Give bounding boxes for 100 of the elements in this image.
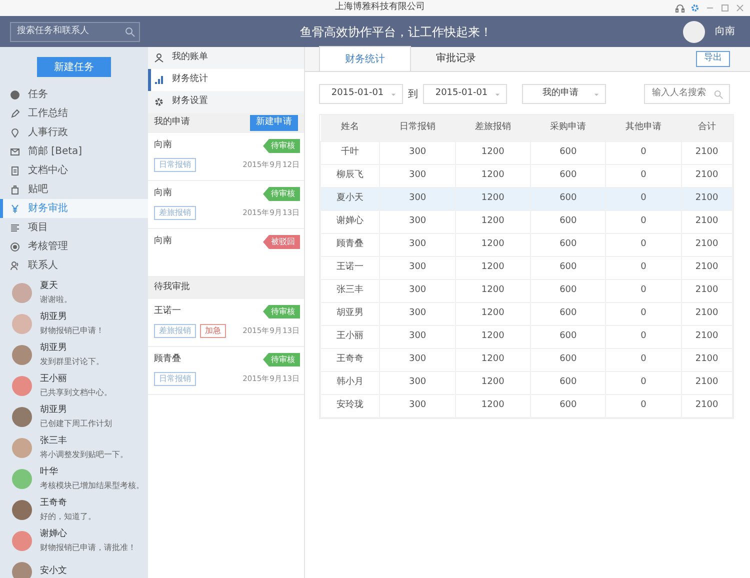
person-icon (154, 53, 164, 63)
sidebar-item[interactable]: 简邮 [Beta] (0, 142, 148, 161)
table-cell: 0 (606, 141, 682, 164)
contact-name: 安小文 (40, 565, 67, 578)
table-cell: 安玲珑 (320, 394, 380, 417)
table-cell: 600 (530, 210, 606, 233)
list-icon (10, 222, 20, 232)
subnav-item[interactable]: 我的账单 (148, 47, 304, 69)
request-tag: 差旅报销 (154, 206, 196, 220)
column-header: 日常报销 (380, 115, 456, 141)
request-tag: 日常报销 (154, 372, 196, 386)
table-cell: 1200 (455, 394, 531, 417)
table-cell: 600 (530, 279, 606, 302)
table-cell: 300 (380, 348, 456, 371)
avatar (12, 469, 32, 489)
subnav-item[interactable]: 财务设置 (148, 91, 304, 113)
tab[interactable]: 审批记录 (411, 46, 501, 71)
avatar (12, 407, 32, 427)
board-icon (10, 184, 20, 194)
sidebar-item[interactable]: 贴吧 (0, 180, 148, 199)
table-cell: 0 (606, 394, 682, 417)
date-picker[interactable]: 2015-01-01 (423, 84, 507, 104)
table-cell: 600 (530, 348, 606, 371)
avatar (12, 500, 32, 520)
contacts-icon (10, 260, 20, 270)
window-title: 上海博雅科技有限公司 (335, 1, 425, 14)
status-tag: 待审核 (263, 139, 300, 153)
table-cell: 0 (606, 187, 682, 210)
avatar (12, 376, 32, 396)
contact-name: 夏天 (40, 280, 59, 294)
avatar (12, 562, 32, 578)
table-cell: 柳辰飞 (320, 164, 380, 187)
column-header: 差旅报销 (455, 115, 531, 141)
sidebar-item[interactable]: 人事行政 (0, 123, 148, 142)
table-cell: 600 (530, 141, 606, 164)
headset-icon (675, 3, 685, 13)
requester-name: 向南 (154, 235, 172, 248)
contact-name: 胡亚男 (40, 342, 68, 356)
sidebar-item[interactable]: 联系人 (0, 256, 148, 275)
table-cell: 2100 (681, 325, 732, 348)
table-cell: 1200 (455, 302, 531, 325)
table-cell: 王诺一 (320, 256, 380, 279)
table-cell: 1200 (455, 348, 531, 371)
search-field[interactable]: 搜索任务和联系人 (15, 24, 125, 40)
request-tag: 差旅报销 (154, 324, 196, 338)
contact-name: 王小丽 (40, 373, 68, 386)
table-cell: 300 (380, 187, 456, 210)
sidebar-item[interactable]: 考核管理 (0, 237, 148, 256)
table-cell: 300 (380, 371, 456, 394)
requester-name: 向南 (154, 139, 172, 152)
sidebar-item[interactable]: 任务 (0, 85, 148, 104)
target-icon (10, 242, 20, 252)
sidebar-item[interactable]: 工作总结 (0, 104, 148, 123)
pie-icon (10, 90, 20, 100)
table-cell: 2100 (681, 164, 732, 187)
gear-icon (154, 97, 164, 107)
search-icon (714, 90, 723, 98)
table-cell: 600 (530, 187, 606, 210)
table-cell: 2100 (681, 279, 732, 302)
search-box[interactable]: 搜索任务和联系人 (10, 22, 140, 42)
status-tag: 被驳回 (263, 235, 300, 249)
settings-icon (690, 3, 700, 13)
sidebar-item[interactable]: 项目 (0, 218, 148, 237)
contact-name: 王奇奇 (40, 497, 68, 510)
pencil-icon (10, 108, 20, 118)
table-cell: 王奇奇 (320, 348, 380, 371)
table-cell: 2100 (681, 256, 732, 279)
contact-name: 谢婵心 (40, 528, 68, 542)
sidebar-item[interactable]: 文档中心 (0, 161, 148, 180)
contact-name: 叶华 (40, 466, 59, 480)
table-cell: 千叶 (320, 141, 380, 164)
requester-name: 向南 (154, 187, 172, 200)
maximize-icon (720, 3, 730, 13)
table-cell: 2100 (681, 210, 732, 233)
table-cell: 1200 (455, 325, 531, 348)
search-icon (125, 26, 135, 36)
status-tag: 待审核 (263, 352, 300, 366)
table-cell: 2100 (681, 371, 732, 394)
table-cell: 600 (530, 233, 606, 256)
contact-item[interactable]: 安小文 (0, 556, 148, 578)
table-cell: 2100 (681, 141, 732, 164)
request-tag: 日常报销 (154, 158, 196, 172)
export-button[interactable]: 导出 (696, 51, 730, 67)
column-header: 其他申请 (606, 115, 682, 141)
table-cell: 0 (606, 210, 682, 233)
table-cell: 0 (606, 325, 682, 348)
table-cell: 2100 (681, 348, 732, 371)
date-picker[interactable]: 2015-01-01 (319, 84, 403, 104)
status-tag: 待审核 (263, 304, 300, 318)
status-tag: 待审核 (263, 187, 300, 201)
column-header: 合计 (681, 115, 732, 141)
table-cell: 2100 (681, 302, 732, 325)
table-cell: 0 (606, 302, 682, 325)
close-icon (735, 3, 745, 13)
table-cell: 300 (380, 233, 456, 256)
request-tag: 加急 (200, 324, 226, 338)
tab[interactable]: 财务统计 (319, 46, 411, 71)
scope-dropdown[interactable]: 我的申请 (522, 84, 606, 104)
mail-icon (10, 146, 20, 156)
table-cell: 1200 (455, 256, 531, 279)
